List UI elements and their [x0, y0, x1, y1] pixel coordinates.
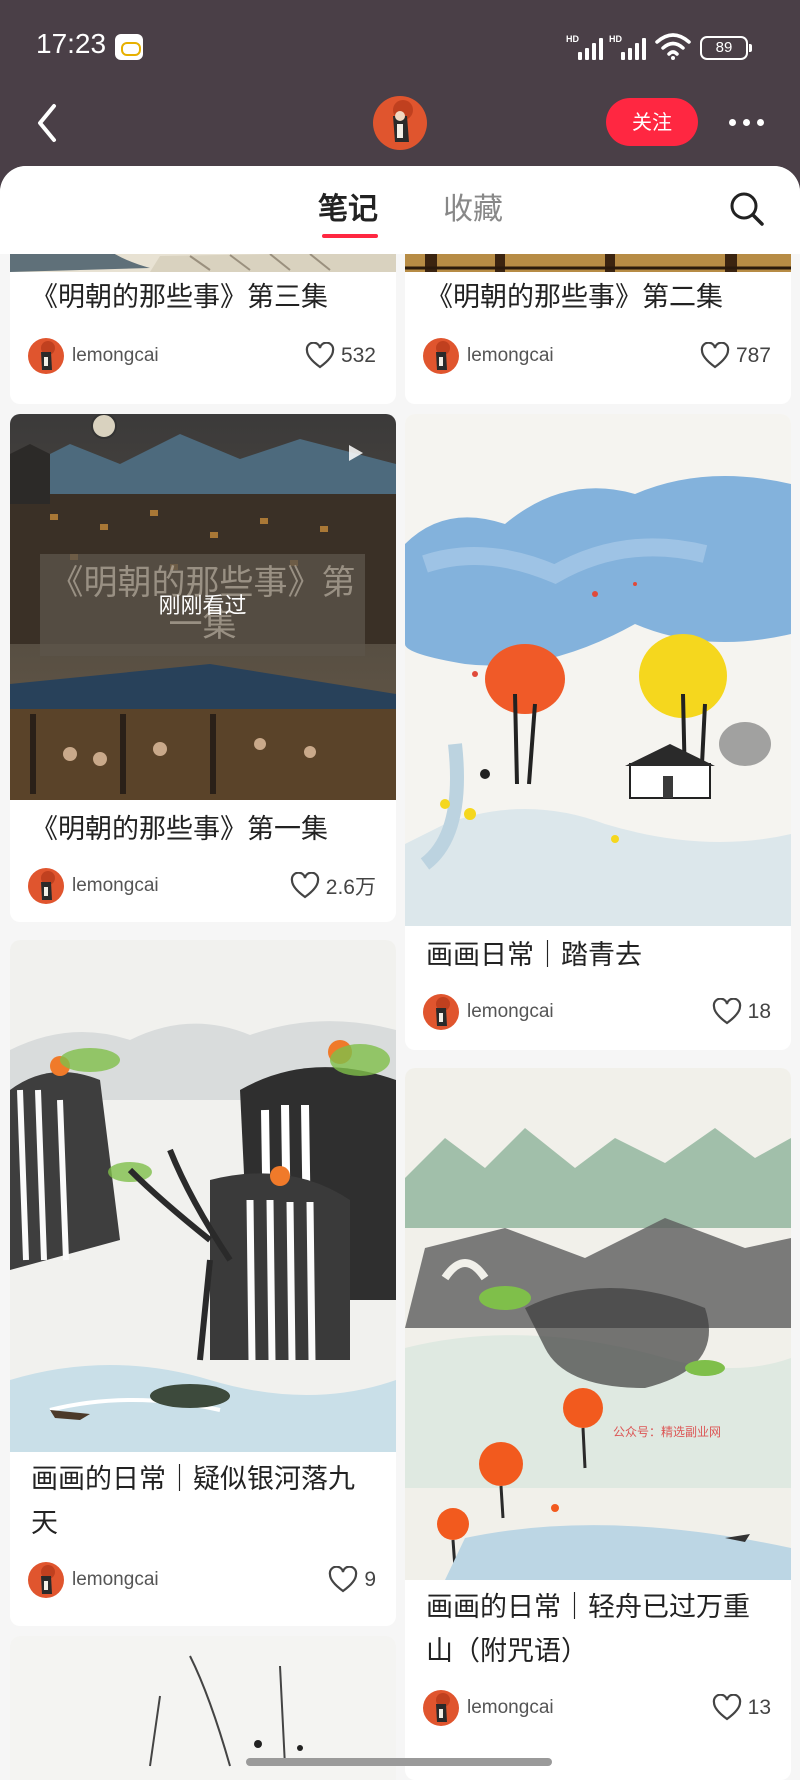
note-card[interactable]: 公众号：精选副业网 画画的日常｜轻舟已过万重山（附咒语） lemongcai 1…: [405, 1068, 791, 1780]
note-meta: lemongcai 18: [405, 992, 791, 1032]
note-title: 画画的日常｜轻舟已过万重山（附咒语）: [426, 1592, 750, 1667]
profile-content-sheet: 笔记 收藏 《明朝的那些事》第三集 lemongcai 532 《明朝的那些事》…: [0, 166, 800, 1780]
profile-header: 关注: [0, 96, 800, 166]
follow-button[interactable]: 关注: [606, 98, 698, 146]
note-title: 画画的日常｜疑似银河落九天: [31, 1464, 355, 1539]
like-count: 18: [747, 1000, 771, 1023]
like-button[interactable]: 18: [712, 998, 771, 1026]
avatar: [423, 994, 459, 1030]
note-title: 画画日常｜踏青去: [426, 940, 642, 971]
like-count: 787: [735, 344, 771, 367]
heart-icon: [305, 342, 335, 369]
status-time: 17:23: [36, 28, 107, 59]
author-name: lemongcai: [467, 1697, 554, 1718]
heart-icon: [700, 342, 730, 369]
like-button[interactable]: 532: [305, 342, 376, 370]
like-count: 9: [364, 1568, 376, 1591]
heart-icon: [712, 998, 741, 1025]
like-button[interactable]: 2.6万: [290, 872, 376, 900]
recently-viewed-label: 刚刚看过: [158, 594, 247, 619]
watermark: 公众号：精选副业网: [613, 1425, 722, 1439]
app-notification-icon: [115, 34, 143, 60]
like-button[interactable]: 13: [712, 1694, 771, 1722]
more-dots-icon[interactable]: [726, 110, 766, 134]
like-button[interactable]: 9: [328, 1566, 376, 1594]
notes-feed: 《明朝的那些事》第三集 lemongcai 532 《明朝的那些事》第一集 刚刚…: [0, 254, 800, 1780]
heart-icon: [712, 1694, 741, 1721]
like-button[interactable]: 787: [700, 342, 771, 370]
avatar: [423, 338, 459, 374]
note-cover-image: [405, 254, 791, 272]
tab-collections[interactable]: 收藏: [443, 184, 503, 228]
note-cover-image: 《明朝的那些事》第一集 刚刚看过: [10, 414, 396, 800]
author-name: lemongcai: [72, 345, 159, 366]
note-cover-image: [10, 254, 396, 272]
avatar: [423, 1690, 459, 1726]
battery-icon: 89: [700, 36, 752, 60]
avatar: [28, 338, 64, 374]
note-meta: lemongcai 532: [10, 336, 396, 376]
avatar: [28, 1562, 64, 1598]
note-card[interactable]: 《明朝的那些事》第三集 lemongcai 532: [10, 254, 396, 404]
video-play-icon: [349, 445, 363, 461]
note-meta: lemongcai 9: [10, 1560, 396, 1600]
note-meta: lemongcai 13: [405, 1688, 791, 1728]
wifi-icon: [655, 33, 691, 60]
note-cover-image: [405, 414, 791, 926]
recently-viewed-overlay: 《明朝的那些事》第一集 刚刚看过: [40, 554, 365, 656]
note-card[interactable]: 《明朝的那些事》第一集 刚刚看过 《明朝的那些事》第一集 lemongcai 2…: [10, 414, 396, 922]
note-card[interactable]: 画画日常｜踏青去 lemongcai 18: [405, 414, 791, 1050]
note-title: 《明朝的那些事》第二集: [426, 282, 723, 313]
avatar: [28, 868, 64, 904]
search-icon[interactable]: [728, 190, 766, 228]
status-bar: 17:23 HD HD 89: [0, 0, 800, 96]
home-indicator[interactable]: [246, 1758, 552, 1766]
author-name: lemongcai: [72, 1569, 159, 1590]
like-count: 13: [747, 1696, 771, 1719]
author-name: lemongcai: [467, 345, 554, 366]
tab-active-indicator: [322, 234, 378, 238]
author-name: lemongcai: [72, 875, 159, 896]
note-title: 《明朝的那些事》第一集: [31, 814, 328, 845]
author-name: lemongcai: [467, 1001, 554, 1022]
note-card[interactable]: 画画的日常｜疑似银河落九天 lemongcai 9: [10, 940, 396, 1626]
tab-bar: 笔记 收藏: [0, 166, 800, 254]
note-cover-image: 公众号：精选副业网: [405, 1068, 791, 1580]
like-count: 2.6万: [325, 876, 376, 899]
tab-notes[interactable]: 笔记: [318, 184, 378, 228]
note-card[interactable]: 《明朝的那些事》第二集 lemongcai 787: [405, 254, 791, 404]
note-title: 《明朝的那些事》第三集: [31, 282, 328, 313]
avatar[interactable]: [373, 96, 427, 150]
like-count: 532: [340, 344, 376, 367]
note-meta: lemongcai 2.6万: [10, 866, 396, 906]
heart-icon: [290, 872, 319, 899]
note-cover-image: [10, 940, 396, 1452]
heart-icon: [329, 1566, 358, 1593]
note-meta: lemongcai 787: [405, 336, 791, 376]
chevron-left-icon[interactable]: [30, 98, 70, 148]
